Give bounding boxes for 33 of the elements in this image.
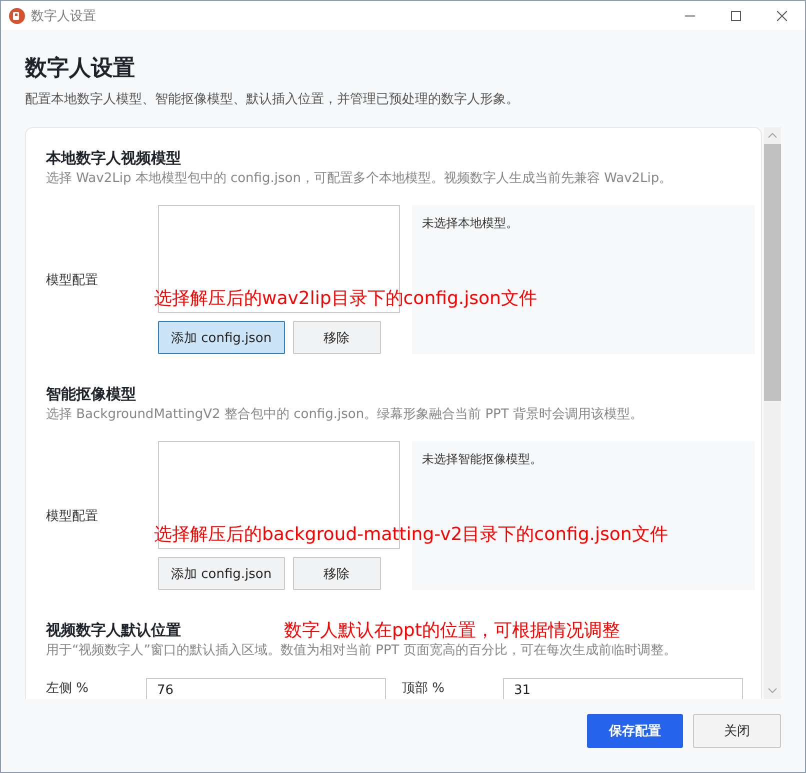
close-icon — [777, 10, 787, 20]
scroll-down-icon[interactable] — [768, 688, 777, 693]
scrollbar-thumb[interactable] — [764, 144, 781, 401]
maximize-icon — [731, 10, 741, 20]
section-description: 用于“视频数字人”窗口的默认插入区域。数值为相对当前 PPT 页面宽高的百分比，可在每次生成前临时调整。 — [46, 642, 676, 660]
status-text: 未选择本地模型。 — [422, 216, 518, 230]
page-title: 数字人设置 — [25, 54, 135, 83]
annotation-text: 数字人默认在ppt的位置，可根据情况调整 — [284, 620, 620, 642]
page-subtitle: 配置本地数字人模型、智能抠像模型、默认插入位置，并管理已预处理的数字人形象。 — [25, 91, 519, 109]
remove-button[interactable]: 移除 — [292, 321, 381, 354]
scrollbar[interactable] — [764, 127, 781, 699]
annotation-text: 选择解压后的backgroud-matting-v2目录下的config.json文件 — [154, 524, 668, 546]
remove-button[interactable]: 移除 — [292, 557, 381, 590]
row-label: 模型配置 — [46, 272, 98, 288]
add-config-button[interactable]: 添加 config.json — [158, 321, 285, 354]
close-dialog-button[interactable]: 关闭 — [693, 714, 781, 748]
app-icon — [9, 8, 25, 24]
section-description: 选择 Wav2Lip 本地模型包中的 config.json，可配置多个本地模型。视频数字人生成当前先兼容 Wav2Lip。 — [46, 170, 672, 188]
window-title: 数字人设置 — [31, 8, 96, 24]
section-description: 选择 BackgroundMattingV2 整合包中的 config.json。绿幕形象融合当前 PPT 背景时会调用该模型。 — [46, 406, 643, 424]
row-label: 模型配置 — [46, 508, 98, 524]
annotation-text: 选择解压后的wav2lip目录下的config.json文件 — [154, 288, 537, 310]
field-label: 左侧 % — [46, 681, 88, 697]
section-title: 本地数字人视频模型 — [46, 148, 181, 168]
save-button[interactable]: 保存配置 — [587, 714, 683, 748]
status-text: 未选择智能抠像模型。 — [422, 452, 542, 466]
scroll-up-icon[interactable] — [768, 133, 777, 138]
section-title: 视频数字人默认位置 — [46, 620, 181, 640]
percent-input[interactable]: 31 — [503, 678, 743, 699]
percent-input[interactable]: 76 — [146, 678, 386, 699]
add-config-button[interactable]: 添加 config.json — [158, 557, 285, 590]
section-title: 智能抠像模型 — [46, 384, 136, 404]
field-label: 顶部 % — [402, 681, 444, 697]
